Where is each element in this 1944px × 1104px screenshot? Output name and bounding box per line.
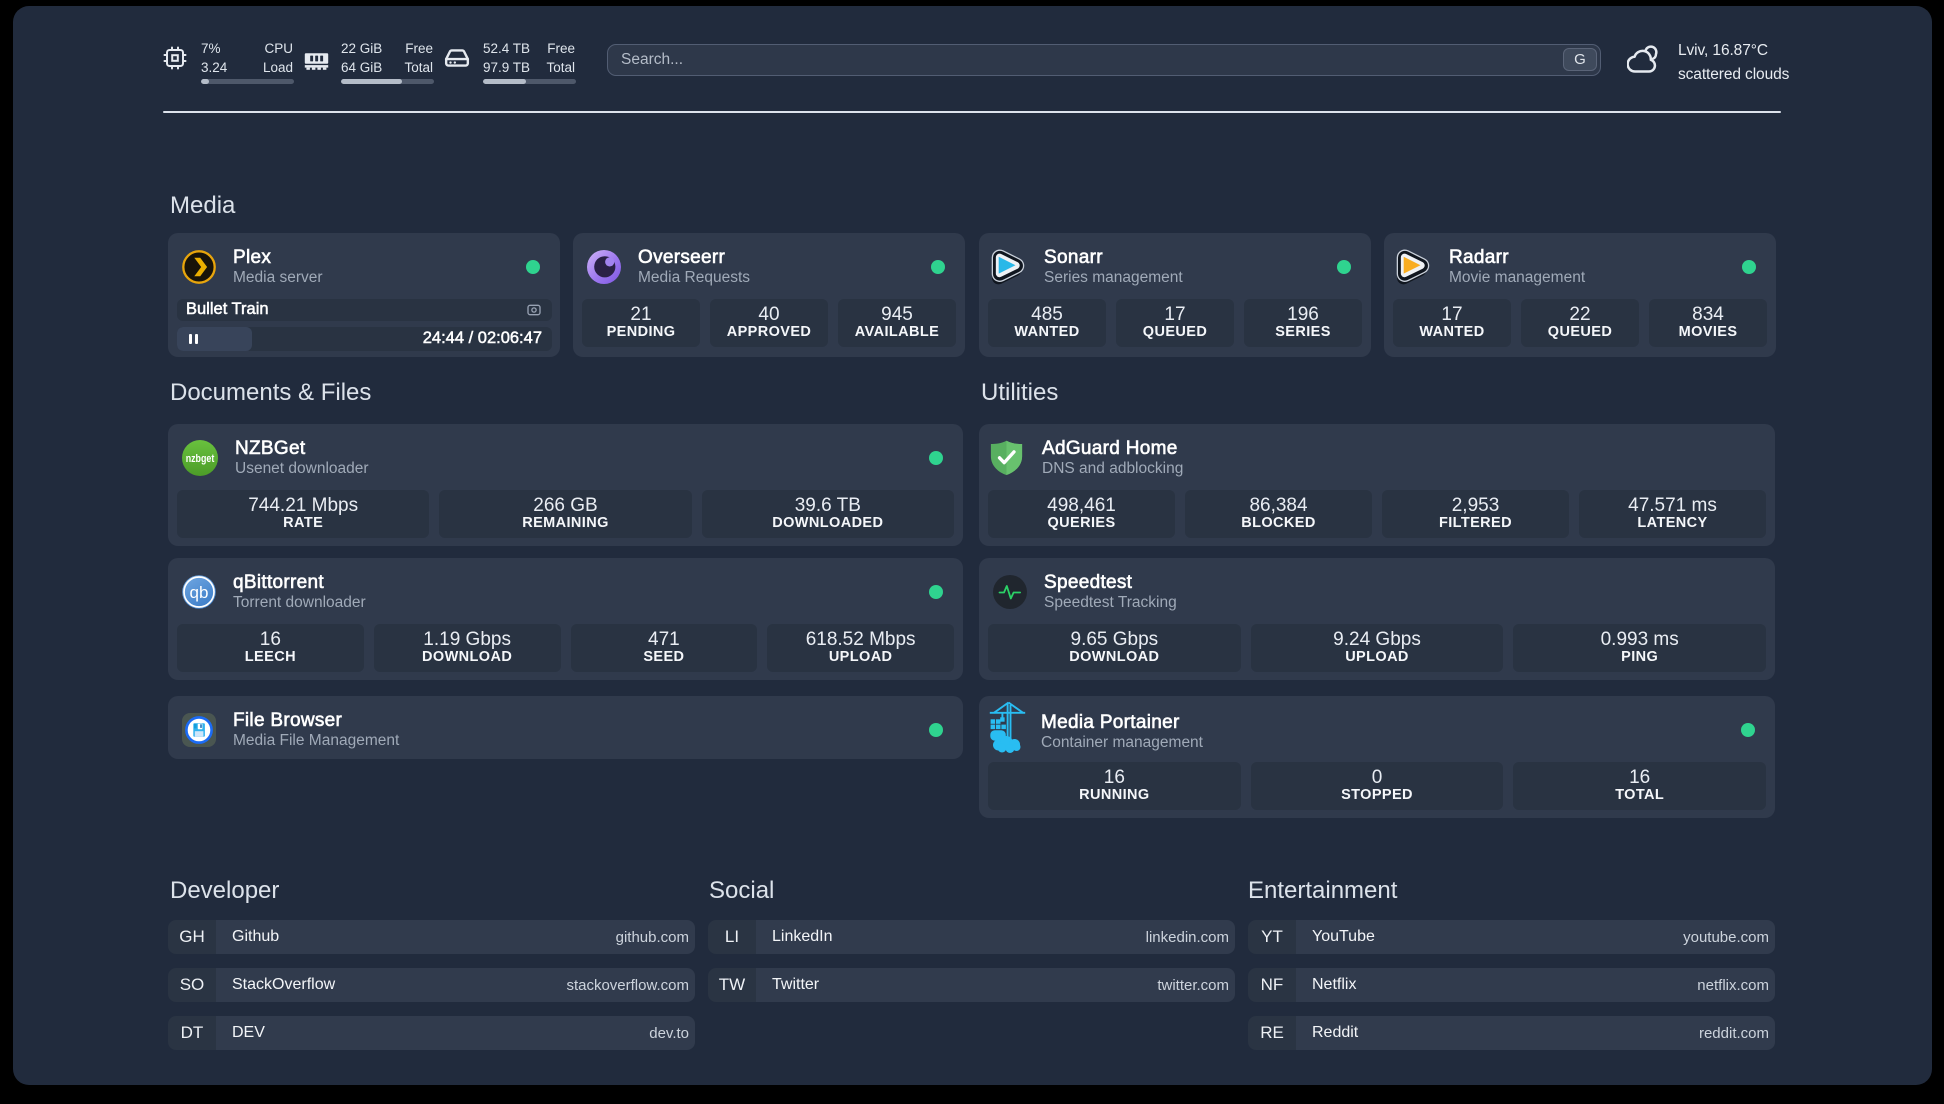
svg-text:nzbget: nzbget [186,453,215,465]
svg-text:qb: qb [190,583,209,602]
